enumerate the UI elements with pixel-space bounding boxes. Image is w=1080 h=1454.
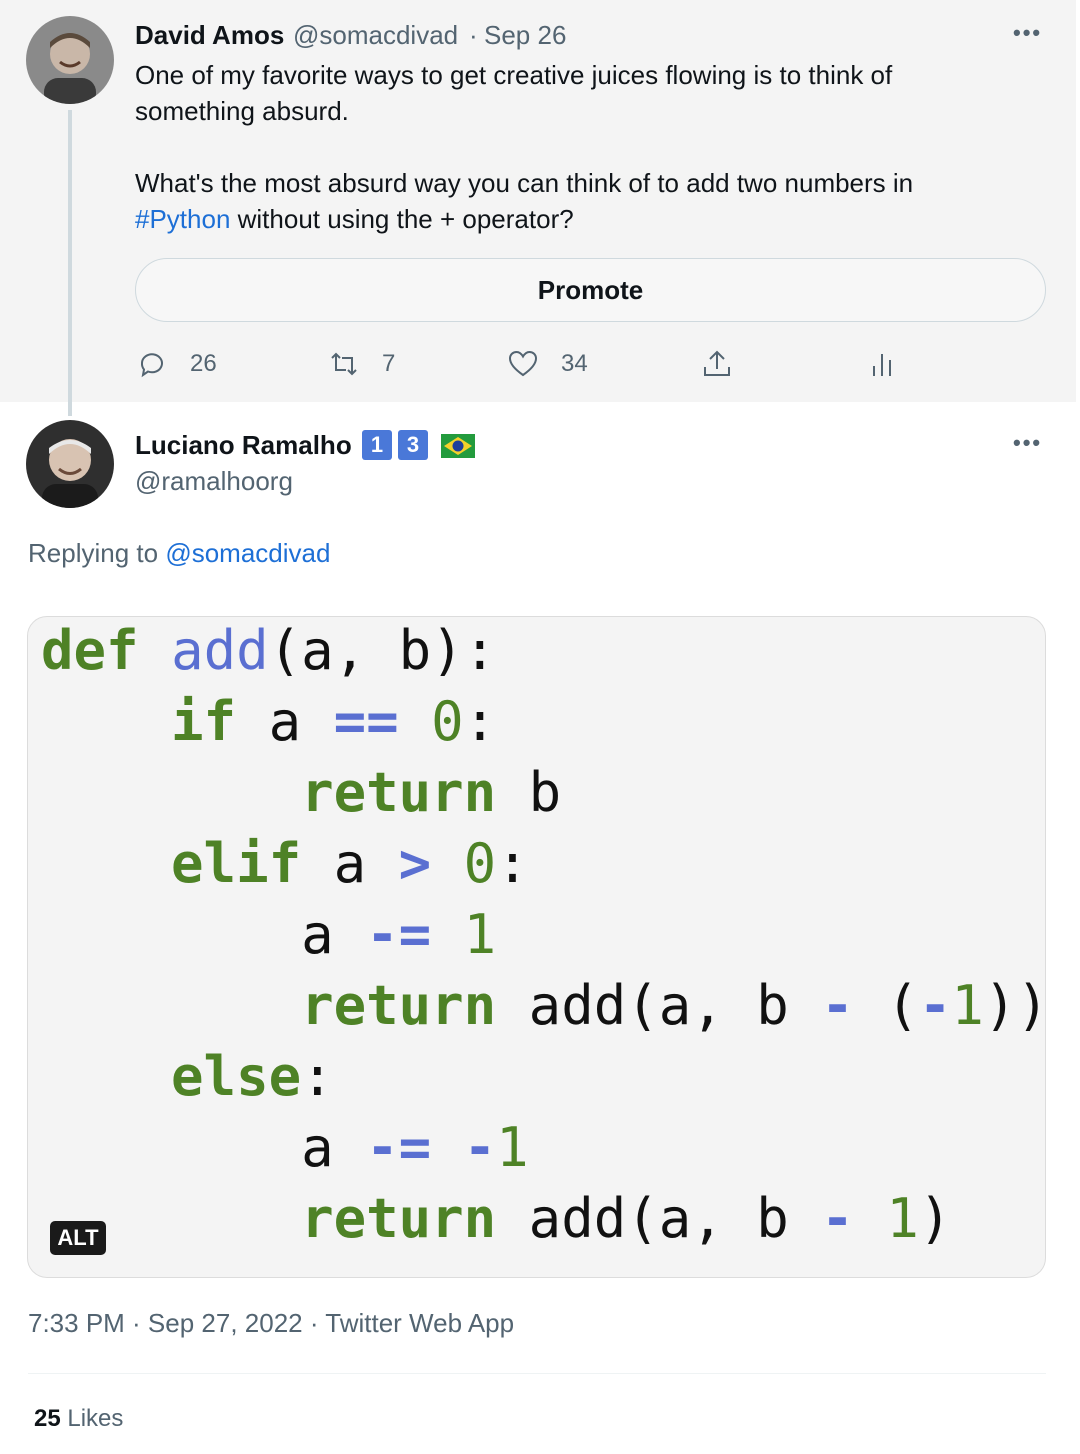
code-line: return add(a, b - (-1)) — [301, 974, 1046, 1037]
promote-button[interactable]: Promote — [135, 258, 1046, 322]
code-line: return b — [301, 761, 562, 824]
reply-author-handle[interactable]: @ramalhoorg — [135, 466, 293, 497]
parent-more-icon[interactable]: ••• — [1013, 20, 1042, 46]
tweet-text-spacer — [135, 129, 995, 165]
reply-more-icon[interactable]: ••• — [1013, 430, 1042, 456]
code-line: elif a > 0: — [171, 832, 529, 895]
replying-to: Replying to @somacdivad — [28, 538, 330, 569]
avatar-photo-icon — [26, 16, 114, 104]
alt-text-button[interactable]: ALT — [50, 1221, 106, 1255]
parent-tweet-date[interactable]: Sep 26 — [484, 20, 566, 51]
share-icon — [704, 350, 730, 376]
analytics-button[interactable] — [866, 344, 898, 384]
share-button[interactable] — [701, 344, 733, 384]
reply-author-name[interactable]: Luciano Ramalho — [135, 430, 352, 461]
emoji-badge-1: 1 — [362, 430, 392, 460]
like-count: 34 — [561, 350, 588, 377]
like-button[interactable]: 34 — [507, 344, 588, 384]
parent-author-handle[interactable]: @somacdivad — [293, 20, 458, 51]
avatar-david-amos[interactable] — [26, 16, 114, 104]
likes-summary[interactable]: 25 Likes — [34, 1405, 123, 1433]
avatar-luciano-ramalho[interactable] — [26, 420, 114, 508]
analytics-icon — [873, 354, 891, 376]
replying-to-mention-link[interactable]: @somacdivad — [165, 538, 330, 568]
hashtag-python-link[interactable]: #Python — [135, 204, 230, 234]
reply-icon — [140, 353, 163, 378]
tweet-text-line: One of my favorite ways to get creative … — [135, 60, 893, 90]
code-image[interactable]: def add(a, b): if a == 0: return b elif … — [27, 616, 1046, 1278]
tweet-text-line: #Python without using the + operator? — [135, 201, 995, 237]
code-line: a -= -1 — [41, 1116, 529, 1179]
likes-count: 25 — [34, 1405, 61, 1432]
parent-tweet-text: One of my favorite ways to get creative … — [135, 57, 995, 237]
retweet-count: 7 — [382, 350, 396, 377]
avatar-photo-icon — [26, 420, 114, 508]
reply-button[interactable]: 26 — [136, 344, 217, 384]
code-line: return add(a, b - 1) — [301, 1187, 952, 1250]
code-line: if a == 0: — [171, 690, 497, 753]
code-line: else: — [171, 1045, 334, 1108]
flag-shape — [441, 434, 475, 458]
tweet-text-line: something absurd. — [135, 96, 349, 126]
brazil-flag-icon — [441, 434, 475, 458]
reply-count: 26 — [190, 350, 217, 377]
tweet-text-line: What's the most absurd way you can think… — [135, 168, 914, 198]
code-line: def add(a, b): — [41, 619, 497, 682]
likes-label: Likes — [67, 1405, 124, 1432]
parent-author-name[interactable]: David Amos — [135, 20, 284, 51]
heart-icon — [508, 350, 538, 377]
thread-connector-line — [68, 110, 72, 416]
date-separator: · — [469, 20, 478, 50]
retweet-icon — [331, 352, 357, 376]
tweet-text-rest: without using the + operator? — [230, 204, 574, 234]
divider — [28, 1373, 1046, 1374]
replying-prefix: Replying to — [28, 538, 166, 568]
emoji-badge-3: 3 — [398, 430, 428, 460]
reply-timestamp[interactable]: 7:33 PM · Sep 27, 2022 · Twitter Web App — [28, 1308, 514, 1339]
retweet-button[interactable]: 7 — [328, 344, 395, 384]
code-line: a -= 1 — [41, 903, 497, 966]
